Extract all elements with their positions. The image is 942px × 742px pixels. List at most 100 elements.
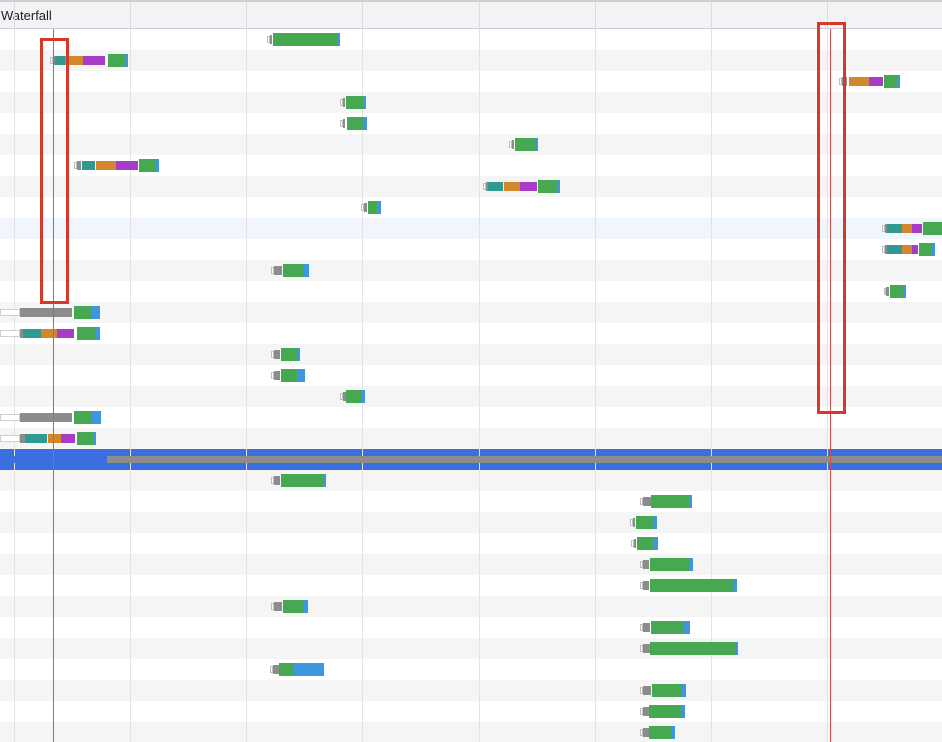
- download-segment[interactable]: [303, 264, 309, 277]
- stalled-segment[interactable]: [886, 287, 889, 296]
- waiting-segment[interactable]: [283, 600, 303, 613]
- connect-segment[interactable]: [849, 77, 869, 86]
- request-row[interactable]: [0, 596, 942, 617]
- stalled-segment[interactable]: [364, 203, 367, 212]
- download-segment[interactable]: [735, 642, 738, 655]
- download-segment[interactable]: [682, 705, 685, 718]
- download-segment[interactable]: [672, 726, 675, 739]
- stalled-segment[interactable]: [343, 98, 345, 107]
- waterfall-column-title[interactable]: Waterfall: [1, 8, 52, 23]
- ssl-segment[interactable]: [912, 224, 922, 233]
- waiting-segment[interactable]: [77, 327, 95, 340]
- waterfall-grid[interactable]: [0, 29, 942, 742]
- ssl-segment[interactable]: [520, 182, 537, 191]
- request-row[interactable]: [0, 302, 942, 323]
- stalled-segment[interactable]: [343, 119, 345, 128]
- connect-segment[interactable]: [902, 224, 912, 233]
- request-row[interactable]: [0, 722, 942, 742]
- request-row[interactable]: [0, 29, 942, 50]
- download-segment[interactable]: [734, 579, 737, 592]
- request-row[interactable]: [0, 176, 942, 197]
- stalled-segment[interactable]: [633, 518, 635, 527]
- dns-segment[interactable]: [488, 182, 503, 191]
- request-row[interactable]: [0, 491, 942, 512]
- waiting-segment[interactable]: [652, 684, 682, 697]
- request-row[interactable]: [0, 659, 942, 680]
- waiting-segment[interactable]: [649, 705, 682, 718]
- waiting-segment[interactable]: [283, 264, 303, 277]
- download-segment[interactable]: [95, 327, 100, 340]
- request-row[interactable]: [0, 407, 942, 428]
- stalled-segment[interactable]: [643, 644, 650, 653]
- waiting-segment[interactable]: [649, 726, 672, 739]
- waiting-segment[interactable]: [637, 537, 653, 550]
- download-segment[interactable]: [92, 411, 101, 424]
- request-row[interactable]: [0, 512, 942, 533]
- download-segment[interactable]: [125, 54, 128, 67]
- request-row[interactable]: [0, 92, 942, 113]
- waiting-segment[interactable]: [650, 579, 734, 592]
- ssl-segment[interactable]: [912, 245, 918, 254]
- dns-segment[interactable]: [23, 329, 41, 338]
- waiting-segment[interactable]: [108, 54, 125, 67]
- request-row[interactable]: [0, 533, 942, 554]
- queue-segment[interactable]: [0, 414, 20, 421]
- request-row[interactable]: [0, 428, 942, 449]
- download-segment[interactable]: [92, 306, 100, 319]
- request-row[interactable]: [0, 575, 942, 596]
- stalled-segment[interactable]: [20, 308, 72, 317]
- waiting-segment[interactable]: [651, 621, 684, 634]
- dns-segment[interactable]: [887, 224, 902, 233]
- stalled-segment[interactable]: [274, 476, 280, 485]
- request-row[interactable]: [0, 239, 942, 260]
- download-segment[interactable]: [684, 621, 690, 634]
- ssl-segment[interactable]: [61, 434, 75, 443]
- connect-segment[interactable]: [902, 245, 912, 254]
- request-row[interactable]: [0, 554, 942, 575]
- request-row[interactable]: [0, 50, 942, 71]
- ssl-segment[interactable]: [869, 77, 883, 86]
- request-row[interactable]: [0, 113, 942, 134]
- dns-segment[interactable]: [887, 245, 902, 254]
- waiting-segment[interactable]: [273, 33, 337, 46]
- download-segment[interactable]: [932, 243, 935, 256]
- connect-segment[interactable]: [48, 434, 61, 443]
- download-segment[interactable]: [653, 516, 657, 529]
- stalled-segment[interactable]: [20, 413, 72, 422]
- queue-segment[interactable]: [0, 309, 20, 316]
- request-row[interactable]: [0, 470, 942, 491]
- stalled-segment[interactable]: [274, 371, 280, 380]
- request-row[interactable]: [0, 281, 942, 302]
- stalled-segment[interactable]: [77, 161, 81, 170]
- waiting-segment[interactable]: [346, 390, 362, 403]
- stalled-segment[interactable]: [643, 560, 649, 569]
- request-row[interactable]: [0, 323, 942, 344]
- request-row[interactable]: [0, 260, 942, 281]
- waiting-segment[interactable]: [281, 369, 297, 382]
- waterfall-header[interactable]: Waterfall: [0, 0, 942, 29]
- waiting-segment[interactable]: [347, 117, 364, 130]
- download-segment[interactable]: [689, 495, 692, 508]
- download-segment[interactable]: [903, 285, 906, 298]
- download-segment[interactable]: [557, 180, 560, 193]
- download-segment[interactable]: [364, 117, 367, 130]
- request-row[interactable]: [0, 638, 942, 659]
- waiting-segment[interactable]: [74, 306, 92, 319]
- ssl-segment[interactable]: [116, 161, 138, 170]
- stalled-segment[interactable]: [643, 581, 649, 590]
- download-segment[interactable]: [294, 663, 324, 676]
- stalled-segment[interactable]: [643, 497, 651, 506]
- download-segment[interactable]: [93, 432, 96, 445]
- dns-segment[interactable]: [25, 434, 47, 443]
- download-segment[interactable]: [653, 537, 658, 550]
- download-segment[interactable]: [690, 558, 693, 571]
- stalled-segment[interactable]: [274, 266, 282, 275]
- waiting-segment[interactable]: [77, 432, 93, 445]
- waiting-segment[interactable]: [281, 348, 297, 361]
- waiting-segment[interactable]: [139, 159, 156, 172]
- download-segment[interactable]: [363, 96, 366, 109]
- request-row[interactable]: [0, 701, 942, 722]
- waiting-segment[interactable]: [650, 642, 735, 655]
- stalled-segment[interactable]: [643, 623, 650, 632]
- request-row[interactable]: [0, 344, 942, 365]
